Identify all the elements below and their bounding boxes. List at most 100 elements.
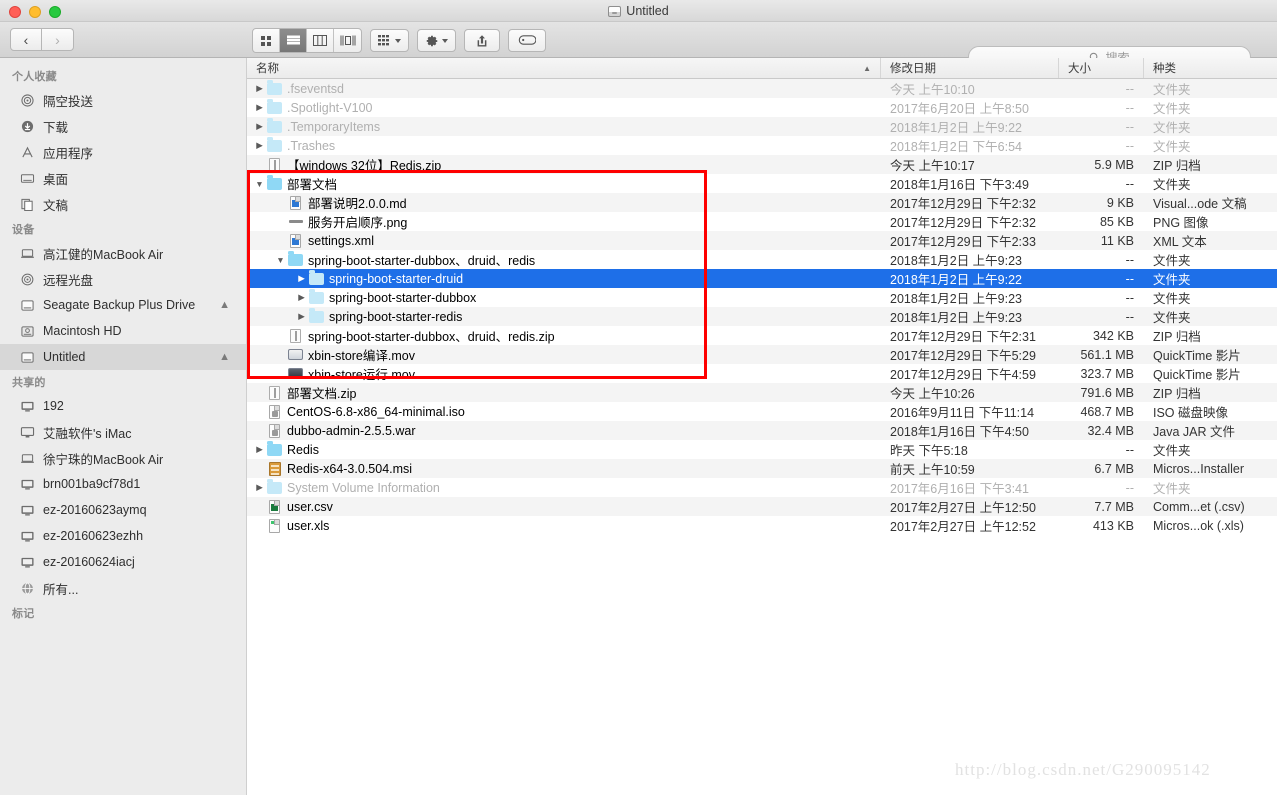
disclosure-triangle-closed[interactable]: ▶ bbox=[295, 273, 308, 284]
sidebar-item-2-s3[interactable]: 艾融软件's iMac bbox=[0, 419, 246, 445]
table-row[interactable]: ▶ spring-boot-starter-druid 2018年1月2日 上午9:… bbox=[247, 269, 1277, 288]
sidebar-item-3-s2[interactable]: Seagate Backup Plus Drive ▲ bbox=[0, 292, 246, 318]
sidebar-item-4-s1[interactable]: 桌面 bbox=[0, 165, 246, 191]
cell-size: -- bbox=[1125, 81, 1134, 96]
sidebar[interactable]: 个人收藏 隔空投送 下载 应用程序 桌面 文稿 设备 高江健的MacBook Air 远程光盘 S… bbox=[0, 58, 247, 795]
icon-view-button[interactable] bbox=[253, 29, 280, 52]
disclosure-triangle-closed[interactable]: ▶ bbox=[253, 444, 266, 455]
table-row[interactable]: ▶ spring-boot-starter-redis 2018年1月2日 上午9:… bbox=[247, 307, 1277, 326]
table-row[interactable]: CentOS-6.8-x86_64-minimal.iso 2016年9月11日 … bbox=[247, 402, 1277, 421]
table-row[interactable]: ▶ .Trashes 2018年1月2日 下午6:54 -- 文件夹 bbox=[247, 136, 1277, 155]
cell-kind: 文件夹 bbox=[1153, 273, 1191, 287]
table-row[interactable]: 服务开启顺序.png 2017年12月29日 下午2:32 85 KB PNG 图像 bbox=[247, 212, 1277, 231]
disclosure-triangle-closed[interactable]: ▶ bbox=[253, 83, 266, 94]
disclosure-triangle-closed[interactable]: ▶ bbox=[253, 121, 266, 132]
list-view-button[interactable] bbox=[280, 29, 307, 52]
table-row[interactable]: user.xls 2017年2月27日 上午12:52 413 KB Micros..… bbox=[247, 516, 1277, 535]
zip-archive-icon bbox=[269, 157, 280, 172]
sidebar-item-5-s1[interactable]: 文稿 bbox=[0, 191, 246, 217]
column-header-name[interactable]: 名称 ▲ bbox=[247, 58, 881, 78]
column-header-size[interactable]: 大小 bbox=[1059, 58, 1144, 78]
file-name-label: Redis-x64-3.0.504.msi bbox=[287, 461, 413, 476]
disclosure-triangle-closed[interactable]: ▶ bbox=[295, 292, 308, 303]
sidebar-item-label: ez-20160623aymq bbox=[43, 503, 147, 517]
table-row[interactable]: ▶ .Spotlight-V100 2017年6月20日 上午8:50 -- 文件夹 bbox=[247, 98, 1277, 117]
sidebar-item-4-s2[interactable]: Macintosh HD bbox=[0, 318, 246, 344]
column-header-date[interactable]: 修改日期 bbox=[881, 58, 1059, 78]
table-row[interactable]: spring-boot-starter-dubbox、druid、redis.z… bbox=[247, 326, 1277, 345]
action-menu-button[interactable] bbox=[417, 29, 456, 52]
disclosure-triangle-open[interactable]: ▼ bbox=[274, 255, 287, 265]
sidebar-item-1-s3[interactable]: 192 bbox=[0, 393, 246, 419]
cell-kind: 文件夹 bbox=[1153, 102, 1191, 116]
sidebar-item-7-s3[interactable]: ez-20160624iacj bbox=[0, 549, 246, 575]
airdrop-icon bbox=[19, 92, 36, 108]
cell-date: 2017年12月29日 下午2:33 bbox=[890, 235, 1036, 249]
sidebar-item-2-s2[interactable]: 远程光盘 bbox=[0, 266, 246, 292]
gallery-view-button[interactable] bbox=[334, 29, 361, 52]
sidebar-item-2-s1[interactable]: 下载 bbox=[0, 113, 246, 139]
table-row[interactable]: ▶ Redis 昨天 下午5:18 -- 文件夹 bbox=[247, 440, 1277, 459]
table-row[interactable]: 部署文档.zip 今天 上午10:26 791.6 MB ZIP 归档 bbox=[247, 383, 1277, 402]
arrange-button[interactable] bbox=[370, 29, 409, 52]
tags-button[interactable] bbox=[508, 29, 546, 52]
table-row[interactable]: xbin-store运行.mov 2017年12月29日 下午4:59 323.7 … bbox=[247, 364, 1277, 383]
network-globe-icon bbox=[19, 580, 36, 596]
sidebar-item-1-s2[interactable]: 高江健的MacBook Air bbox=[0, 240, 246, 266]
sidebar-item-3-s1[interactable]: 应用程序 bbox=[0, 139, 246, 165]
cell-kind: Micros...ok (.xls) bbox=[1153, 518, 1244, 533]
file-name-label: 部署文档 bbox=[287, 178, 338, 192]
table-row[interactable]: ▼ spring-boot-starter-dubbox、druid、redis 2… bbox=[247, 250, 1277, 269]
sidebar-item-3-s3[interactable]: 徐宁珠的MacBook Air bbox=[0, 445, 246, 471]
sidebar-item-4-s3[interactable]: brn001ba9cf78d1 bbox=[0, 471, 246, 497]
table-row[interactable]: user.csv 2017年2月27日 上午12:50 7.7 MB Comm...e… bbox=[247, 497, 1277, 516]
sidebar-item-label: Macintosh HD bbox=[43, 324, 122, 338]
file-name-label: user.xls bbox=[287, 518, 330, 533]
cell-size: -- bbox=[1125, 480, 1134, 495]
file-name-label: 服务开启顺序.png bbox=[308, 216, 408, 230]
disclosure-triangle-closed[interactable]: ▶ bbox=[253, 482, 266, 493]
drive-icon bbox=[608, 5, 622, 17]
table-row[interactable]: ▶ System Volume Information 2017年6月16日 下午3… bbox=[247, 478, 1277, 497]
table-row[interactable]: ▼ 部署文档 2018年1月16日 下午3:49 -- 文件夹 bbox=[247, 174, 1277, 193]
table-row[interactable]: Redis-x64-3.0.504.msi 前天 上午10:59 6.7 MB Mic… bbox=[247, 459, 1277, 478]
sidebar-item-1-s1[interactable]: 隔空投送 bbox=[0, 87, 246, 113]
table-row[interactable]: 部署说明2.0.0.md 2017年12月29日 下午2:32 9 KB Visual… bbox=[247, 193, 1277, 212]
column-header-kind[interactable]: 种类 bbox=[1144, 58, 1277, 78]
disclosure-triangle-closed[interactable]: ▶ bbox=[253, 102, 266, 113]
sidebar-item-8-s3[interactable]: 所有... bbox=[0, 575, 246, 601]
back-button[interactable]: ‹ bbox=[10, 28, 42, 51]
cell-name: user.csv bbox=[247, 497, 881, 516]
disclosure-triangle-closed[interactable]: ▶ bbox=[253, 140, 266, 151]
table-row[interactable]: xbin-store编译.mov 2017年12月29日 下午5:29 561.1 … bbox=[247, 345, 1277, 364]
table-row[interactable]: dubbo-admin-2.5.5.war 2018年1月16日 下午4:50 32… bbox=[247, 421, 1277, 440]
disclosure-triangle-closed[interactable]: ▶ bbox=[295, 311, 308, 322]
folder-icon bbox=[309, 308, 324, 323]
cell-kind: ISO 磁盘映像 bbox=[1153, 406, 1229, 420]
table-row[interactable]: ▶ .TemporaryItems 2018年1月2日 上午9:22 -- 文件夹 bbox=[247, 117, 1277, 136]
cell-size: -- bbox=[1125, 271, 1134, 286]
cell-size: 32.4 MB bbox=[1087, 423, 1134, 438]
java-jar-icon bbox=[269, 423, 280, 438]
disclosure-triangle-open[interactable]: ▼ bbox=[253, 179, 266, 189]
sidebar-item-6-s3[interactable]: ez-20160623ezhh bbox=[0, 523, 246, 549]
cell-date: 2016年9月11日 下午11:14 bbox=[890, 406, 1035, 420]
sidebar-item-5-s2[interactable]: Untitled ▲ bbox=[0, 344, 246, 370]
cell-name: xbin-store运行.mov bbox=[247, 364, 881, 383]
table-row[interactable]: ▶ spring-boot-starter-dubbox 2018年1月2日 上午9… bbox=[247, 288, 1277, 307]
eject-icon[interactable]: ▲ bbox=[219, 351, 230, 363]
table-row[interactable]: settings.xml 2017年12月29日 下午2:33 11 KB XML 文… bbox=[247, 231, 1277, 250]
eject-icon[interactable]: ▲ bbox=[219, 299, 230, 311]
table-row[interactable]: ▶ .fseventsd 今天 上午10:10 -- 文件夹 bbox=[247, 79, 1277, 98]
cell-date: 2017年12月29日 下午4:59 bbox=[890, 368, 1036, 382]
external-drive-icon bbox=[21, 351, 34, 363]
gallery-icon bbox=[340, 35, 355, 46]
table-row[interactable]: 【windows 32位】Redis.zip 今天 上午10:17 5.9 MB ZI… bbox=[247, 155, 1277, 174]
share-button[interactable] bbox=[464, 29, 500, 52]
file-name-label: xbin-store编译.mov bbox=[308, 349, 415, 363]
sidebar-item-5-s3[interactable]: ez-20160623aymq bbox=[0, 497, 246, 523]
forward-button[interactable]: › bbox=[42, 28, 74, 51]
cell-kind: Micros...Installer bbox=[1153, 461, 1244, 476]
server-icon bbox=[19, 476, 36, 492]
column-view-button[interactable] bbox=[307, 29, 334, 52]
